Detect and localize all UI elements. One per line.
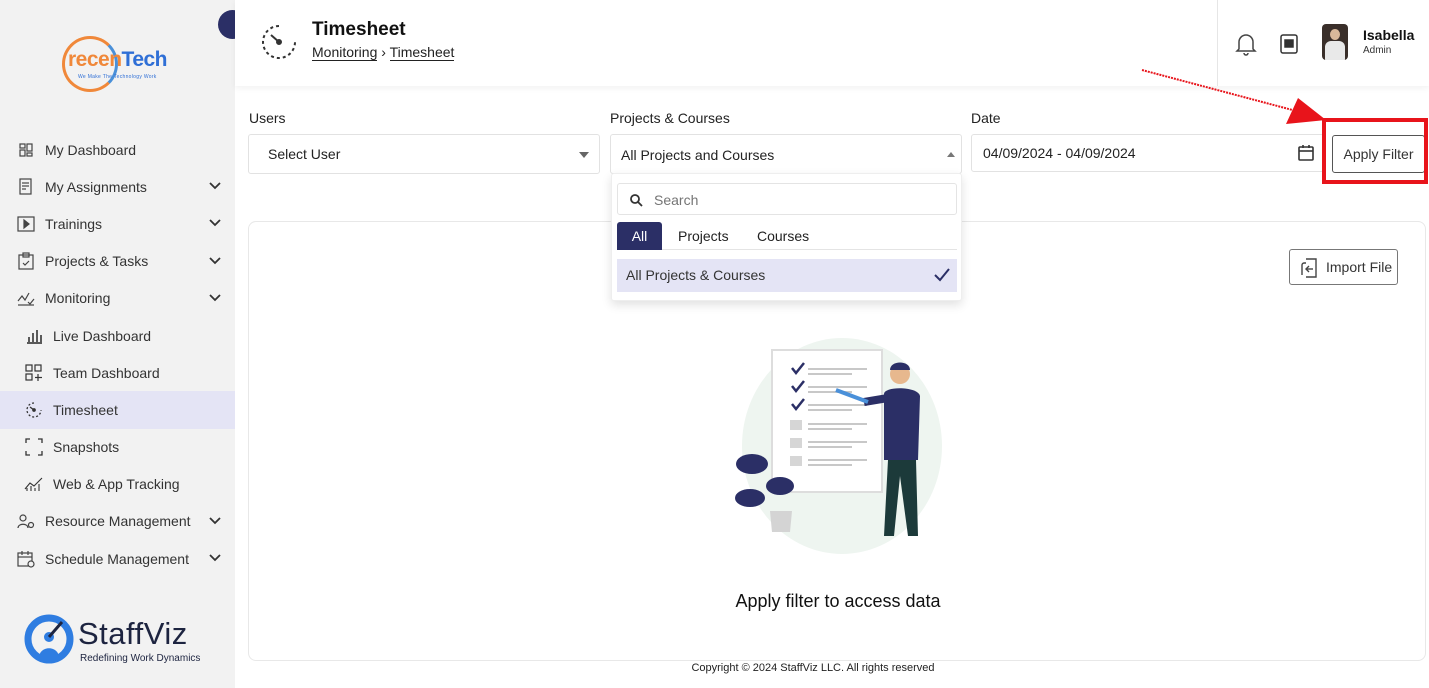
sidebar: recenTech We Make The Technology Work My… xyxy=(0,0,235,688)
sidebar-item-label: Schedule Management xyxy=(45,550,189,567)
dashboard-icon xyxy=(16,140,36,160)
dropdown-option-all[interactable]: All Projects & Courses xyxy=(617,259,957,292)
sidebar-item-trainings[interactable]: Trainings xyxy=(0,205,235,242)
import-file-icon xyxy=(1301,258,1317,278)
chevron-down-icon[interactable] xyxy=(207,550,223,566)
user-role: Admin xyxy=(1363,45,1392,56)
projects-courses-label: Projects & Courses xyxy=(610,110,730,126)
sidebar-item-label: Team Dashboard xyxy=(53,364,160,381)
tab-all[interactable]: All xyxy=(617,222,662,250)
line-chart-icon xyxy=(24,474,44,494)
clipboard-icon xyxy=(16,251,36,271)
user-name[interactable]: Isabella xyxy=(1363,27,1414,43)
sidebar-item-my-dashboard[interactable]: My Dashboard xyxy=(0,131,235,168)
dropdown-tabs: All Projects Courses xyxy=(617,222,957,250)
grid-plus-icon xyxy=(24,363,44,383)
tab-projects[interactable]: Projects xyxy=(678,222,729,250)
empty-state-illustration xyxy=(735,338,942,554)
schedule-icon xyxy=(16,549,36,569)
sidebar-item-timesheet[interactable]: Timesheet xyxy=(0,391,235,429)
chevron-down-icon[interactable] xyxy=(207,178,223,194)
staffviz-logo-mark xyxy=(24,614,74,664)
monitoring-icon xyxy=(16,288,36,308)
tracker-app-icon[interactable] xyxy=(1279,33,1299,55)
sidebar-item-live-dashboard[interactable]: Live Dashboard xyxy=(0,317,235,354)
bar-chart-icon xyxy=(24,326,44,346)
chevron-down-icon[interactable] xyxy=(207,513,223,529)
tab-courses[interactable]: Courses xyxy=(757,222,809,250)
import-file-button[interactable]: Import File xyxy=(1289,249,1398,285)
play-icon xyxy=(16,214,36,234)
breadcrumb-separator: › xyxy=(381,44,386,60)
sidebar-item-team-dashboard[interactable]: Team Dashboard xyxy=(0,354,235,391)
sidebar-item-label: Timesheet xyxy=(53,401,118,418)
users-label: Users xyxy=(249,110,286,126)
chevron-down-icon[interactable] xyxy=(207,290,223,306)
calendar-icon[interactable] xyxy=(1297,144,1315,162)
dropdown-search xyxy=(617,183,957,215)
sidebar-item-my-assignments[interactable]: My Assignments xyxy=(0,168,235,205)
timer-icon xyxy=(24,400,44,420)
sidebar-item-label: Resource Management xyxy=(45,513,191,530)
sidebar-item-monitoring[interactable]: Monitoring xyxy=(0,280,235,317)
page-title: Timesheet xyxy=(312,19,406,40)
annotation-highlight-box xyxy=(1322,118,1428,184)
breadcrumb-link-monitoring[interactable]: Monitoring xyxy=(312,44,378,61)
sidebar-item-web-app-tracking[interactable]: Web & App Tracking xyxy=(0,466,235,503)
users-select[interactable]: Select User xyxy=(248,134,600,174)
chevron-down-icon[interactable] xyxy=(207,253,223,269)
resource-icon xyxy=(16,511,36,531)
copyright-footer: Copyright © 2024 StaffViz LLC. All right… xyxy=(691,662,935,674)
sidebar-item-snapshots[interactable]: Snapshots xyxy=(0,429,235,466)
staffviz-logo: StaffViz Redefining Work Dynamics xyxy=(22,612,222,668)
projects-courses-select[interactable]: All Projects and Courses xyxy=(610,134,962,174)
bell-icon[interactable] xyxy=(1235,32,1257,56)
annotation-arrow-icon xyxy=(1141,69,1326,124)
timer-icon xyxy=(262,25,296,59)
sidebar-item-label: My Dashboard xyxy=(45,141,137,158)
company-logo: recenTech We Make The Technology Work xyxy=(60,34,180,96)
sidebar-item-label: Trainings xyxy=(45,215,103,232)
projects-courses-dropdown: All Projects Courses All Projects & Cour… xyxy=(611,173,962,301)
date-label: Date xyxy=(971,110,1001,126)
sidebar-item-label: My Assignments xyxy=(45,178,147,195)
sidebar-item-projects-tasks[interactable]: Projects & Tasks xyxy=(0,243,235,280)
sidebar-item-label: Live Dashboard xyxy=(53,327,152,344)
sidebar-item-label: Projects & Tasks xyxy=(45,253,149,270)
search-icon xyxy=(630,194,643,207)
empty-state-message: Apply filter to access data xyxy=(735,591,941,611)
assignments-icon xyxy=(16,177,36,197)
checkmark-icon xyxy=(934,268,950,282)
sidebar-item-schedule-management[interactable]: Schedule Management xyxy=(0,540,235,577)
breadcrumb: Monitoring › Timesheet xyxy=(312,44,455,61)
breadcrumb-link-timesheet[interactable]: Timesheet xyxy=(389,44,455,61)
sidebar-item-resource-management[interactable]: Resource Management xyxy=(0,503,235,540)
frame-icon xyxy=(24,437,44,457)
sidebar-item-label: Web & App Tracking xyxy=(53,476,180,493)
caret-down-icon xyxy=(579,152,589,158)
avatar[interactable] xyxy=(1322,24,1348,60)
sidebar-nav: My Dashboard My Assignments Trainings Pr… xyxy=(0,131,235,577)
sidebar-item-label: Snapshots xyxy=(53,439,120,456)
caret-up-icon xyxy=(947,152,955,157)
chevron-down-icon[interactable] xyxy=(207,215,223,231)
sidebar-item-label: Monitoring xyxy=(45,290,111,307)
search-input[interactable] xyxy=(654,190,944,210)
date-range-input[interactable]: 04/09/2024 - 04/09/2024 xyxy=(971,134,1324,172)
